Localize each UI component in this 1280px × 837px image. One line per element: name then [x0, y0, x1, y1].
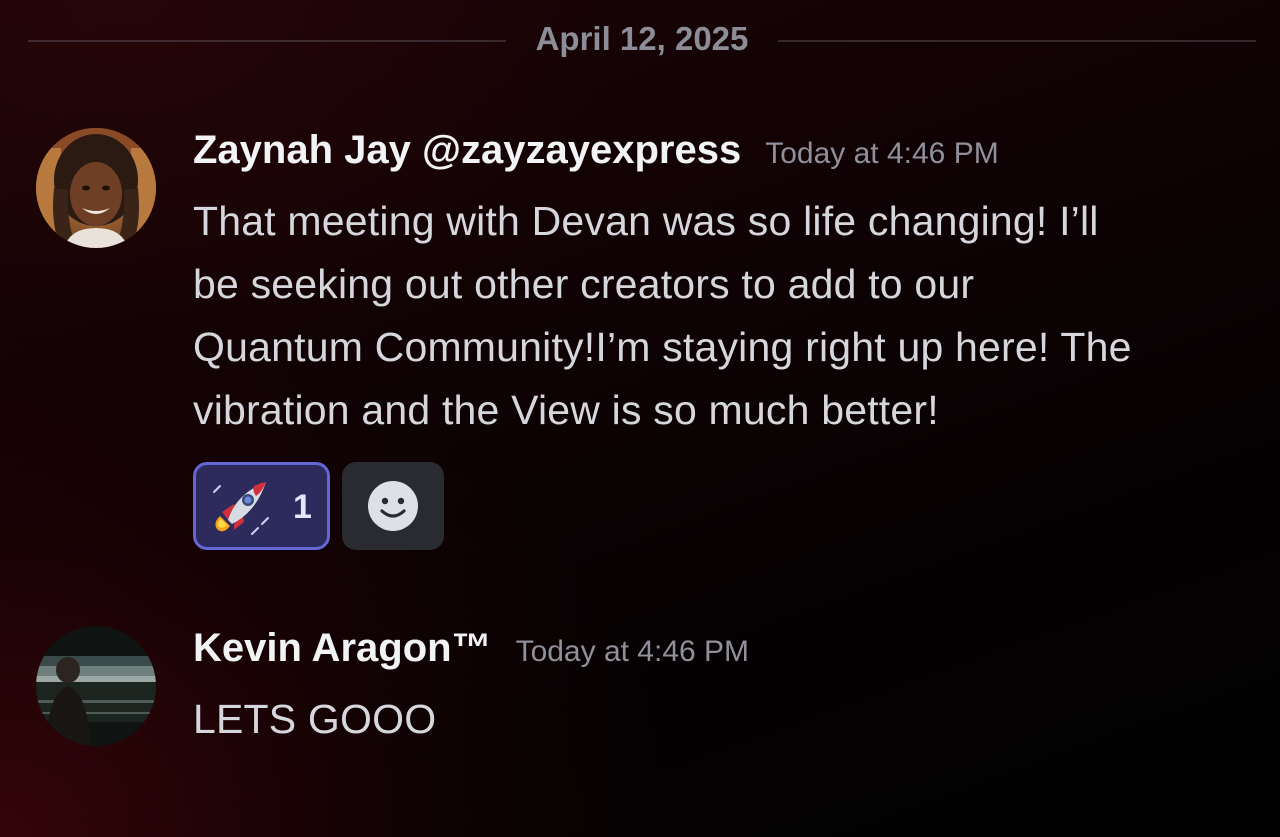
avatar-kevin[interactable]: [36, 626, 156, 746]
reaction-rocket[interactable]: 1: [193, 462, 330, 550]
avatar-zaynah[interactable]: [36, 128, 156, 248]
message-line: That meeting with Devan was so life chan…: [193, 198, 1099, 244]
date-label: April 12, 2025: [535, 20, 749, 57]
divider-line-left: [28, 40, 506, 42]
add-reaction-button[interactable]: [342, 462, 444, 550]
message-header: Kevin Aragon™ Today at 4:46 PM: [193, 626, 1253, 678]
message-line: LETS GOOO: [193, 696, 437, 742]
message-header: Zaynah Jay @zayzayexpress Today at 4:46 P…: [193, 128, 1253, 180]
message-line: Quantum Community!I’m staying right up h…: [193, 324, 1132, 370]
message-content: Zaynah Jay @zayzayexpress Today at 4:46 P…: [193, 128, 1253, 442]
author-name[interactable]: Kevin Aragon™: [193, 626, 492, 670]
message-text: That meeting with Devan was so life chan…: [193, 190, 1253, 442]
message-line: vibration and the View is so much better…: [193, 387, 939, 433]
date-divider: April 12, 2025: [28, 18, 1256, 64]
avatar-image: [36, 128, 156, 248]
rocket-icon: [213, 482, 269, 535]
smiley-face-icon: [368, 481, 418, 531]
message-text: LETS GOOO: [193, 688, 1253, 751]
message-content: Kevin Aragon™ Today at 4:46 PM LETS GOOO: [193, 626, 1253, 751]
author-name[interactable]: Zaynah Jay @zayzayexpress: [193, 128, 741, 172]
divider-line-right: [778, 40, 1256, 42]
message-line: be seeking out other creators to add to …: [193, 261, 975, 307]
message-timestamp: Today at 4:46 PM: [765, 137, 999, 170]
message-timestamp: Today at 4:46 PM: [515, 635, 750, 668]
avatar-image: [36, 626, 156, 746]
reaction-count: 1: [293, 488, 312, 526]
